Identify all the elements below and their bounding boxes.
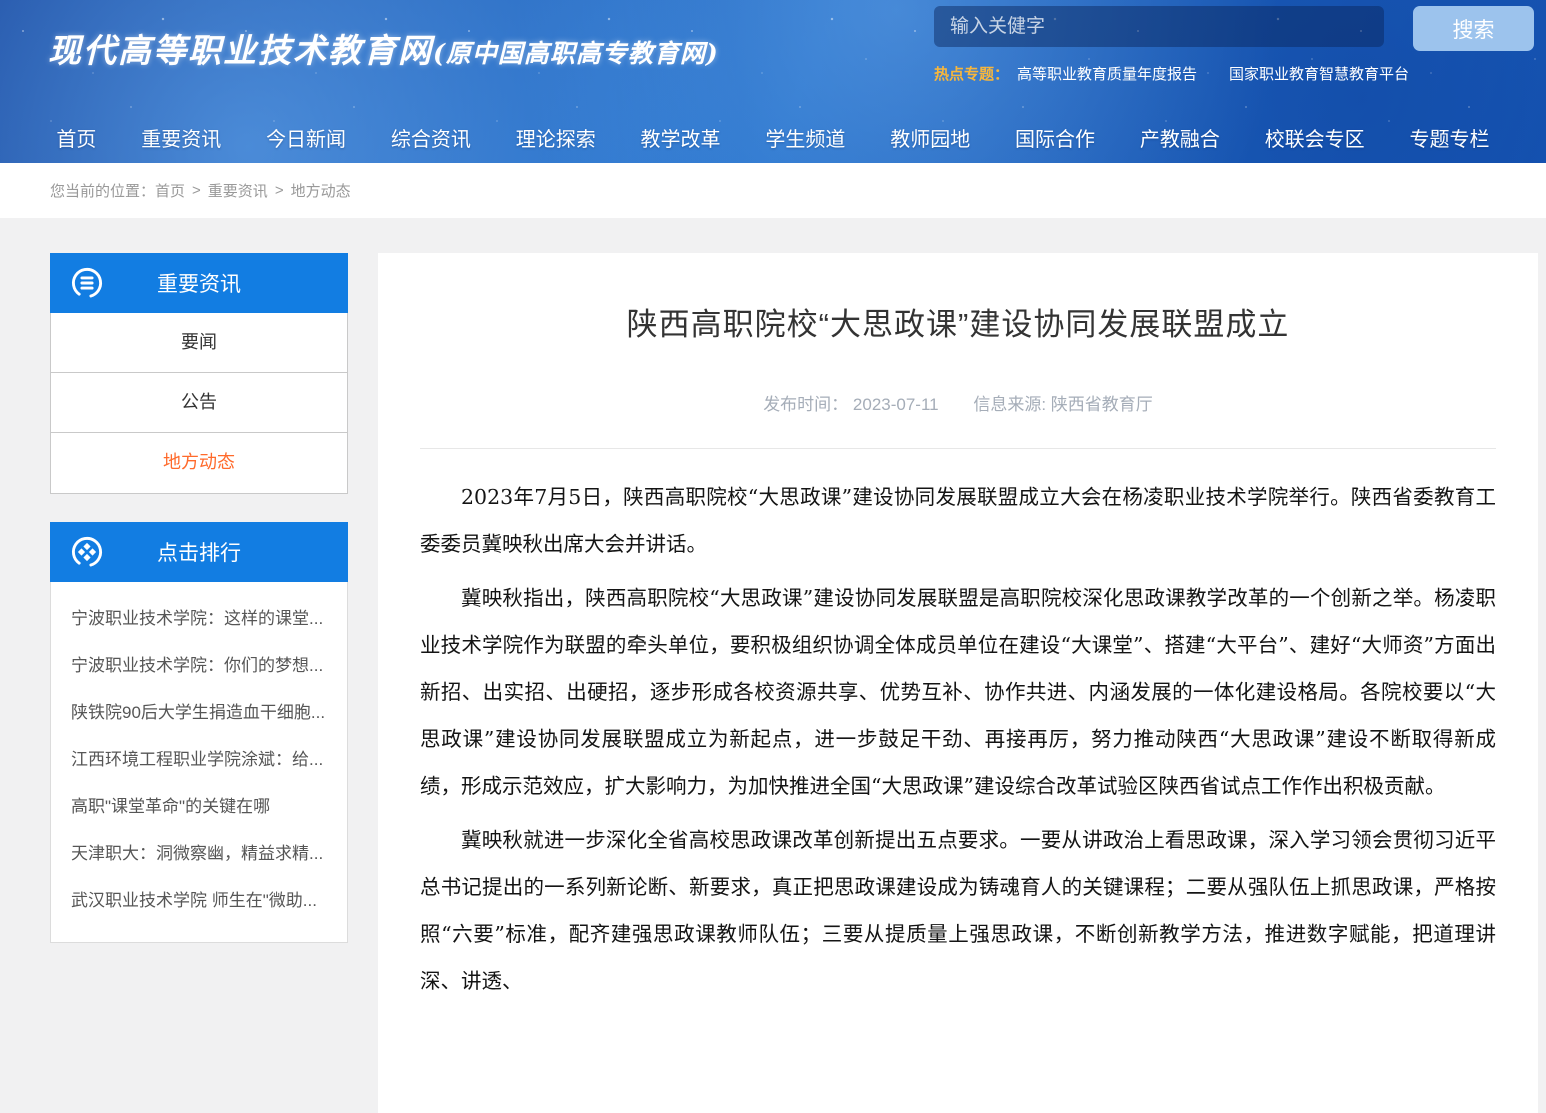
- ranking-section-title: 点击排行: [157, 537, 241, 567]
- nav-item-teacher-garden[interactable]: 教师园地: [890, 123, 970, 152]
- nav-item-today-news[interactable]: 今日新闻: [266, 123, 346, 152]
- article-paragraph: 冀映秋就进一步深化全省高校思政课改革创新提出五点要求。一要从讲政治上看思政课，深…: [420, 817, 1496, 1005]
- breadcrumb-local-news[interactable]: 地方动态: [291, 180, 351, 201]
- hot-topic-link-2[interactable]: 国家职业教育智慧教育平台: [1229, 63, 1409, 84]
- content-area: 重要资讯 要闻 公告 地方动态 点击排行: [0, 218, 1546, 1113]
- sidebar: 重要资讯 要闻 公告 地方动态 点击排行: [50, 253, 348, 943]
- header-top: 现代高等职业技术教育网(原中国高职高专教育网) 搜索 热点专题： 高等职业教育质…: [0, 0, 1546, 111]
- article-body: 2023年7月5日，陕西高职院校“大思政课”建设协同发展联盟成立大会在杨凌职业技…: [420, 474, 1496, 1005]
- news-section-header: 重要资讯: [50, 253, 348, 313]
- ranking-item[interactable]: 江西环境工程职业学院涂斌：给...: [51, 736, 347, 783]
- nav-item-general-info[interactable]: 综合资讯: [391, 123, 471, 152]
- breadcrumb-label: 您当前的位置：: [50, 180, 155, 201]
- logo-main-text: 现代高等职业技术教育网: [48, 31, 433, 70]
- article-paragraph: 冀映秋指出，陕西高职院校“大思政课”建设协同发展联盟是高职院校深化思政课教学改革…: [420, 575, 1496, 810]
- breadcrumb-separator: >: [275, 182, 284, 199]
- sidebar-item-yaowen[interactable]: 要闻: [51, 313, 347, 373]
- meta-divider: [420, 448, 1496, 449]
- site-logo: 现代高等职业技术教育网(原中国高职高专教育网): [48, 24, 719, 72]
- diamonds-circle-icon: [70, 535, 104, 569]
- info-source: 信息来源: 陕西省教育厅: [973, 395, 1152, 414]
- ranking-item[interactable]: 陕铁院90后大学生捐造血干细胞...: [51, 689, 347, 736]
- ranking-section-header: 点击排行: [50, 522, 348, 582]
- article-title: 陕西高职院校“大思政课”建设协同发展联盟成立: [420, 299, 1496, 344]
- article-panel: 陕西高职院校“大思政课”建设协同发展联盟成立 发布时间： 2023-07-11 …: [378, 253, 1538, 1113]
- breadcrumb-home[interactable]: 首页: [155, 180, 185, 201]
- nav-item-important-news[interactable]: 重要资讯: [141, 123, 221, 152]
- sidebar-ranking-section: 点击排行 宁波职业技术学院：这样的课堂... 宁波职业技术学院：你们的梦想...…: [50, 522, 348, 943]
- ranking-item[interactable]: 武汉职业技术学院 师生在"微助...: [51, 877, 347, 924]
- news-menu: 要闻 公告 地方动态: [50, 313, 348, 494]
- search-area: 搜索 热点专题： 高等职业教育质量年度报告 国家职业教育智慧教育平台: [934, 6, 1540, 84]
- news-section-title: 重要资讯: [157, 268, 241, 298]
- search-input[interactable]: [934, 6, 1384, 47]
- nav-item-school-alliance[interactable]: 校联会专区: [1265, 123, 1365, 152]
- breadcrumb-important-news[interactable]: 重要资讯: [208, 180, 268, 201]
- hot-topics-label: 热点专题：: [934, 63, 1009, 84]
- ranking-item[interactable]: 宁波职业技术学院：这样的课堂...: [51, 595, 347, 642]
- ranking-item[interactable]: 天津职大：洞微察幽，精益求精...: [51, 830, 347, 877]
- ranking-item[interactable]: 高职"课堂革命"的关键在哪: [51, 783, 347, 830]
- sidebar-news-section: 重要资讯 要闻 公告 地方动态: [50, 253, 348, 494]
- ranking-item[interactable]: 宁波职业技术学院：你们的梦想...: [51, 642, 347, 689]
- nav-item-home[interactable]: 首页: [56, 123, 96, 152]
- article-meta: 发布时间： 2023-07-11 信息来源: 陕西省教育厅: [420, 390, 1496, 415]
- nav-item-industry-education[interactable]: 产教融合: [1140, 123, 1220, 152]
- ranking-list: 宁波职业技术学院：这样的课堂... 宁波职业技术学院：你们的梦想... 陕铁院9…: [50, 582, 348, 943]
- nav-item-special-columns[interactable]: 专题专栏: [1410, 123, 1490, 152]
- search-button[interactable]: 搜索: [1413, 6, 1534, 51]
- hot-topics: 热点专题： 高等职业教育质量年度报告 国家职业教育智慧教育平台: [934, 63, 1540, 84]
- sidebar-item-gonggao[interactable]: 公告: [51, 373, 347, 433]
- logo-sub-text: (原中国高职高专教育网): [433, 39, 719, 68]
- sidebar-item-difangdongtai[interactable]: 地方动态: [51, 433, 347, 493]
- nav-item-theory[interactable]: 理论探索: [516, 123, 596, 152]
- breadcrumb: 您当前的位置： 首页 > 重要资讯 > 地方动态: [0, 163, 1546, 218]
- nav-item-international[interactable]: 国际合作: [1015, 123, 1095, 152]
- main-nav: 首页 重要资讯 今日新闻 综合资讯 理论探索 教学改革 学生频道 教师园地 国际…: [0, 111, 1546, 163]
- site-header: 现代高等职业技术教育网(原中国高职高专教育网) 搜索 热点专题： 高等职业教育质…: [0, 0, 1546, 163]
- nav-item-student-channel[interactable]: 学生频道: [765, 123, 845, 152]
- article-paragraph: 2023年7月5日，陕西高职院校“大思政课”建设协同发展联盟成立大会在杨凌职业技…: [420, 474, 1496, 568]
- nav-item-teaching-reform[interactable]: 教学改革: [641, 123, 721, 152]
- list-circle-icon: [70, 266, 104, 300]
- hot-topic-link-1[interactable]: 高等职业教育质量年度报告: [1017, 63, 1197, 84]
- breadcrumb-separator: >: [192, 182, 201, 199]
- publish-time: 发布时间： 2023-07-11: [763, 395, 938, 414]
